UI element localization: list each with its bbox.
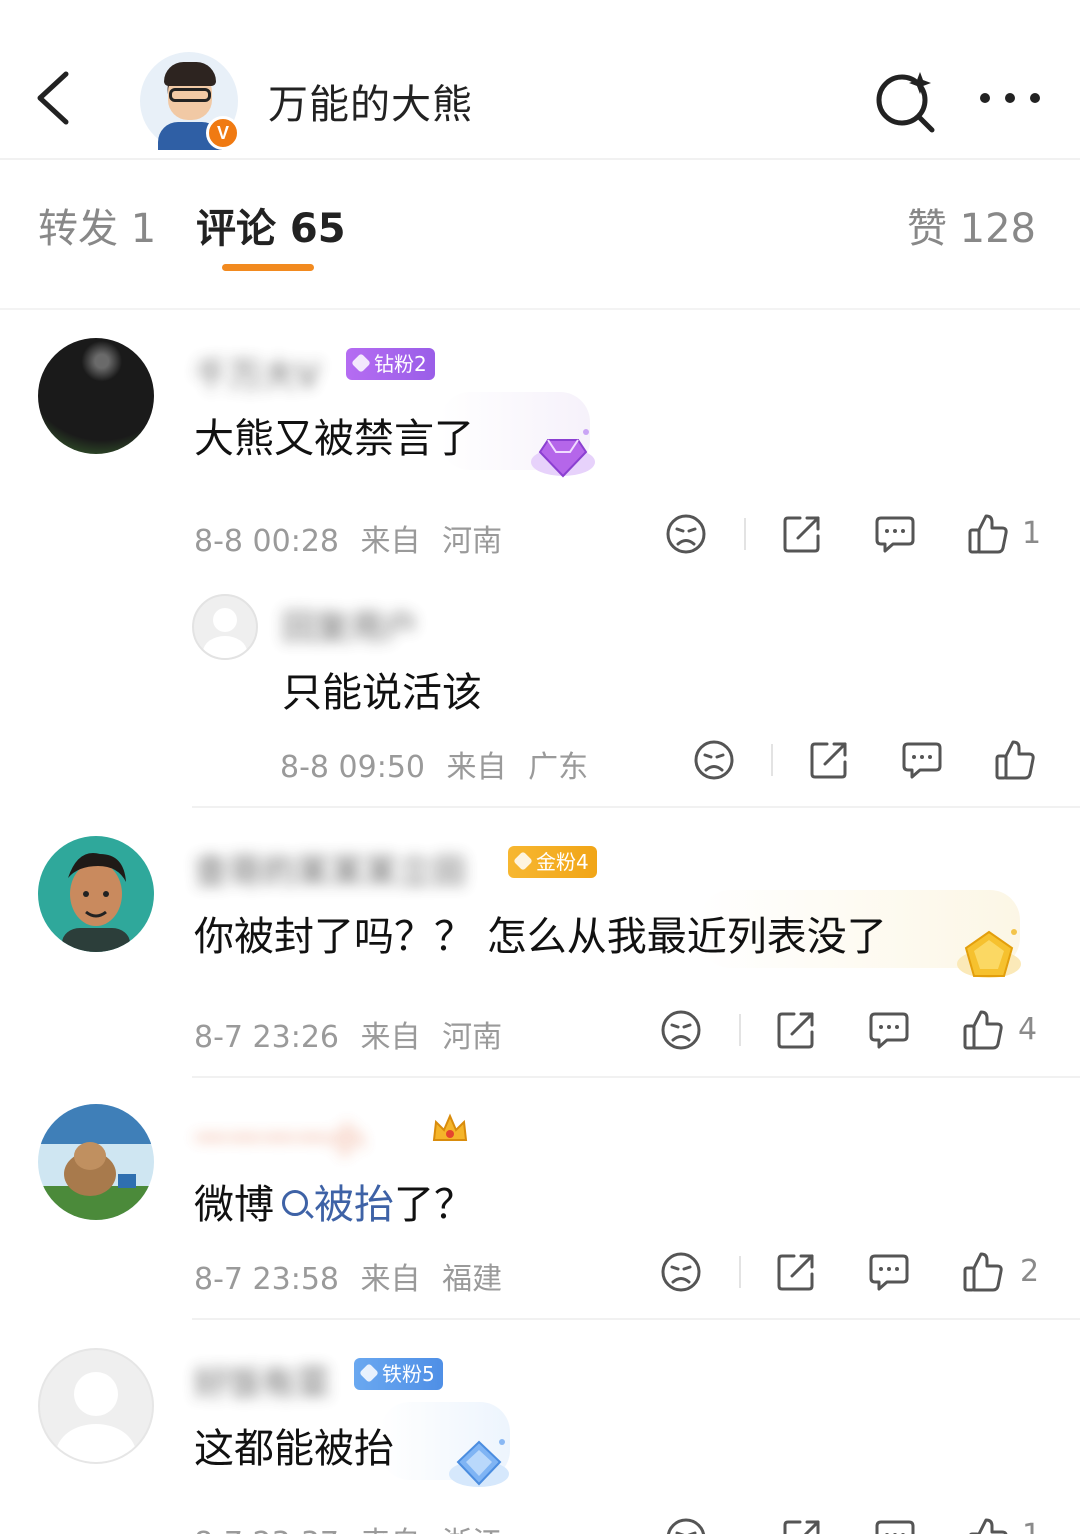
dislike-icon[interactable] xyxy=(659,1008,703,1052)
commenter-avatar[interactable] xyxy=(38,1104,154,1220)
comment-location: 河南 xyxy=(442,1020,503,1055)
page-title[interactable]: 万能的大熊 xyxy=(268,72,473,130)
tab-repost[interactable]: 转发 1 xyxy=(38,196,156,254)
share-icon[interactable] xyxy=(774,1250,818,1294)
more-dots-icon xyxy=(980,93,1040,103)
reply-meta: 8-8 09:50 来自 广东 xyxy=(280,742,600,786)
dislike-icon[interactable] xyxy=(692,738,736,782)
comment-meta: 8-7 23:26 来自 河南 xyxy=(194,1012,514,1056)
from-label: 来自 xyxy=(360,1262,421,1297)
reply-avatar[interactable] xyxy=(192,594,258,660)
commenter-name[interactable]: 一一一一小 xyxy=(194,1112,364,1161)
comment-date: 8-7 23:58 xyxy=(194,1262,339,1297)
comment-meta: 8-8 00:28 来自 河南 xyxy=(194,516,514,560)
share-icon[interactable] xyxy=(780,1516,824,1534)
comment-text: 这都能被抬 xyxy=(194,1426,394,1472)
more-button[interactable] xyxy=(975,78,1045,118)
iron-gem-icon xyxy=(444,1432,514,1492)
default-avatar-icon xyxy=(56,1372,136,1462)
comment-text: 大熊又被禁言了 xyxy=(194,416,474,462)
reply-location: 广东 xyxy=(528,750,589,785)
topic-link[interactable]: 被抬 xyxy=(314,1182,394,1228)
back-arrow-icon xyxy=(37,71,69,125)
from-label: 来自 xyxy=(360,1020,421,1055)
like-icon[interactable] xyxy=(961,1008,1005,1052)
default-avatar-icon xyxy=(203,608,247,658)
search-button[interactable] xyxy=(870,66,940,136)
comment-item: 好饭有菜 铁粉5 这都能被抬 8-7 23:37 来自 浙江 1 xyxy=(0,1320,1080,1534)
like-icon[interactable] xyxy=(961,1250,1005,1294)
comment-date: 8-8 00:28 xyxy=(194,524,339,559)
comment-text: 微博 被抬了？ xyxy=(194,1182,474,1228)
like-count: 4 xyxy=(1018,1012,1038,1047)
comment-item: 查哥的某某某立田 金粉4 你被封了吗？？ 怎么从我最近列表没了 8-7 23:2… xyxy=(0,808,1080,1078)
like-icon[interactable] xyxy=(966,1516,1010,1534)
share-icon[interactable] xyxy=(807,738,851,782)
tab-comments[interactable]: 评论 65 xyxy=(196,196,346,254)
fan-badge: 钻粉2 xyxy=(346,348,435,380)
like-count: 1 xyxy=(1022,1518,1041,1534)
like-icon[interactable] xyxy=(966,512,1010,556)
like-count: 1 xyxy=(1022,516,1042,551)
dislike-icon[interactable] xyxy=(664,1516,708,1534)
comment-meta: 8-7 23:58 来自 福建 xyxy=(194,1254,514,1298)
tab-likes[interactable]: 赞 128 xyxy=(907,196,1036,254)
topic-search-icon xyxy=(282,1190,308,1216)
reply-date: 8-8 09:50 xyxy=(280,750,425,785)
comment-date: 8-7 23:37 xyxy=(194,1526,339,1534)
verified-badge: V xyxy=(206,116,240,150)
commenter-avatar[interactable] xyxy=(38,836,154,952)
commenter-name[interactable]: 查哥的某某某立田 xyxy=(194,844,466,893)
commenter-name[interactable]: 千万大V xyxy=(194,348,319,397)
share-icon[interactable] xyxy=(780,512,824,556)
fan-badge: 铁粉5 xyxy=(354,1358,443,1390)
diamond-gem-icon xyxy=(528,422,598,482)
reply-username[interactable]: 回复用户 xyxy=(282,600,418,649)
reply-icon[interactable] xyxy=(873,1516,917,1534)
comment-date: 8-7 23:26 xyxy=(194,1020,339,1055)
gold-gem-icon xyxy=(954,924,1024,984)
commenter-avatar[interactable] xyxy=(38,1348,154,1464)
reply-text: 只能说活该 xyxy=(282,670,482,716)
comment-location: 浙江 xyxy=(442,1526,502,1534)
back-button[interactable] xyxy=(28,68,78,128)
comment-item: 一一一一小 微博 被抬了？ 8-7 23:58 来自 福建 2 xyxy=(0,1078,1080,1320)
like-icon[interactable] xyxy=(993,738,1037,782)
fan-badge: 金粉4 xyxy=(508,846,597,878)
active-tab-indicator xyxy=(222,264,314,271)
share-icon[interactable] xyxy=(774,1008,818,1052)
commenter-avatar[interactable] xyxy=(38,338,154,454)
dislike-icon[interactable] xyxy=(659,1250,703,1294)
reply-icon[interactable] xyxy=(867,1250,911,1294)
cartoon-face-icon xyxy=(62,853,130,952)
from-label: 来自 xyxy=(446,750,507,785)
tab-bar: 转发 1 评论 65 赞 128 xyxy=(0,160,1080,310)
reply-icon[interactable] xyxy=(900,738,944,782)
reply-icon[interactable] xyxy=(873,512,917,556)
cartoon-dog-icon xyxy=(38,1104,154,1220)
search-icon xyxy=(876,72,935,133)
comment-location: 河南 xyxy=(442,524,503,559)
comment-location: 福建 xyxy=(442,1262,503,1297)
comment-meta: 8-7 23:37 来自 浙江 xyxy=(194,1518,514,1534)
top-bar: V 万能的大熊 xyxy=(0,0,1080,160)
from-label: 来自 xyxy=(360,524,421,559)
comment-item: 千万大V 钻粉2 大熊又被禁言了 8-8 00:28 来自 河南 1 回复用户 … xyxy=(0,310,1080,810)
reply-icon[interactable] xyxy=(867,1008,911,1052)
dislike-icon[interactable] xyxy=(664,512,708,556)
crown-icon xyxy=(432,1113,468,1141)
like-count: 2 xyxy=(1020,1254,1040,1289)
from-label: 来自 xyxy=(361,1526,421,1534)
commenter-name[interactable]: 好饭有菜 xyxy=(194,1356,330,1405)
comment-text: 你被封了吗？？ 怎么从我最近列表没了 xyxy=(194,914,887,960)
